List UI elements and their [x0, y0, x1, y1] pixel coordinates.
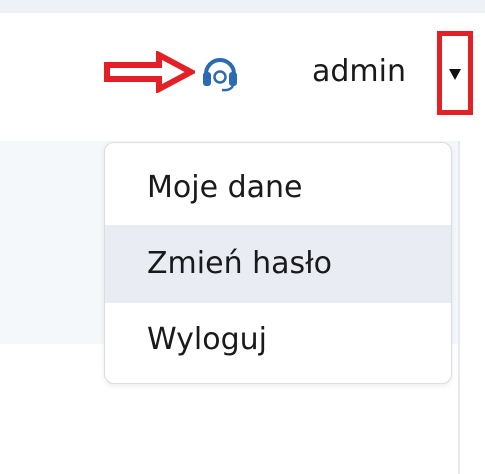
top-strip	[0, 0, 485, 13]
panel-border	[458, 141, 460, 474]
user-dropdown-menu: Moje dane Zmień hasło Wyloguj	[104, 142, 452, 384]
caret-down-icon	[449, 69, 461, 80]
menu-item-change-password[interactable]: Zmień hasło	[105, 225, 451, 303]
user-menu-toggle-button[interactable]	[437, 31, 473, 115]
username-label[interactable]: admin	[312, 51, 406, 93]
menu-item-logout[interactable]: Wyloguj	[105, 301, 451, 379]
top-header	[0, 13, 485, 141]
arrow-right-icon	[104, 51, 195, 93]
headset-icon[interactable]	[199, 52, 241, 92]
menu-item-my-data[interactable]: Moje dane	[105, 149, 451, 227]
